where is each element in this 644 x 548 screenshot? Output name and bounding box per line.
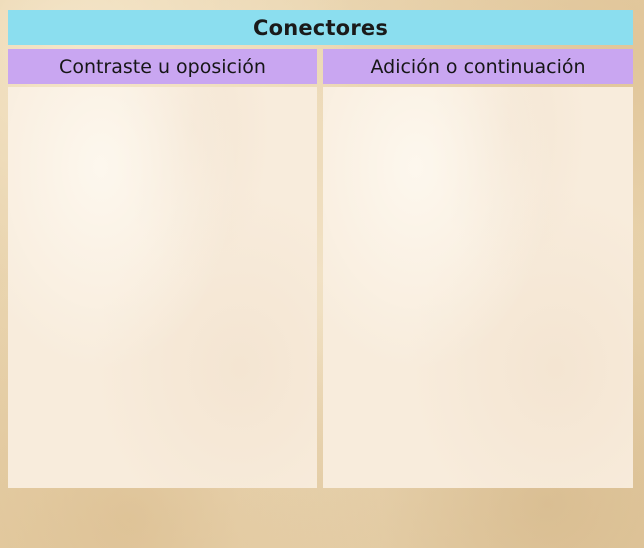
column-header-label: Adición o continuación bbox=[370, 55, 586, 78]
column-header-adicion: Adición o continuación bbox=[323, 49, 633, 84]
column-header-label: Contraste u oposición bbox=[59, 55, 266, 78]
column-body-contraste[interactable] bbox=[8, 87, 317, 488]
title-bar: Conectores bbox=[8, 10, 633, 45]
column-adicion: Adición o continuación bbox=[323, 49, 633, 488]
column-header-contraste: Contraste u oposición bbox=[8, 49, 317, 84]
page-title: Conectores bbox=[252, 15, 389, 40]
column-body-adicion[interactable] bbox=[323, 87, 633, 488]
column-contraste: Contraste u oposición bbox=[8, 49, 317, 488]
